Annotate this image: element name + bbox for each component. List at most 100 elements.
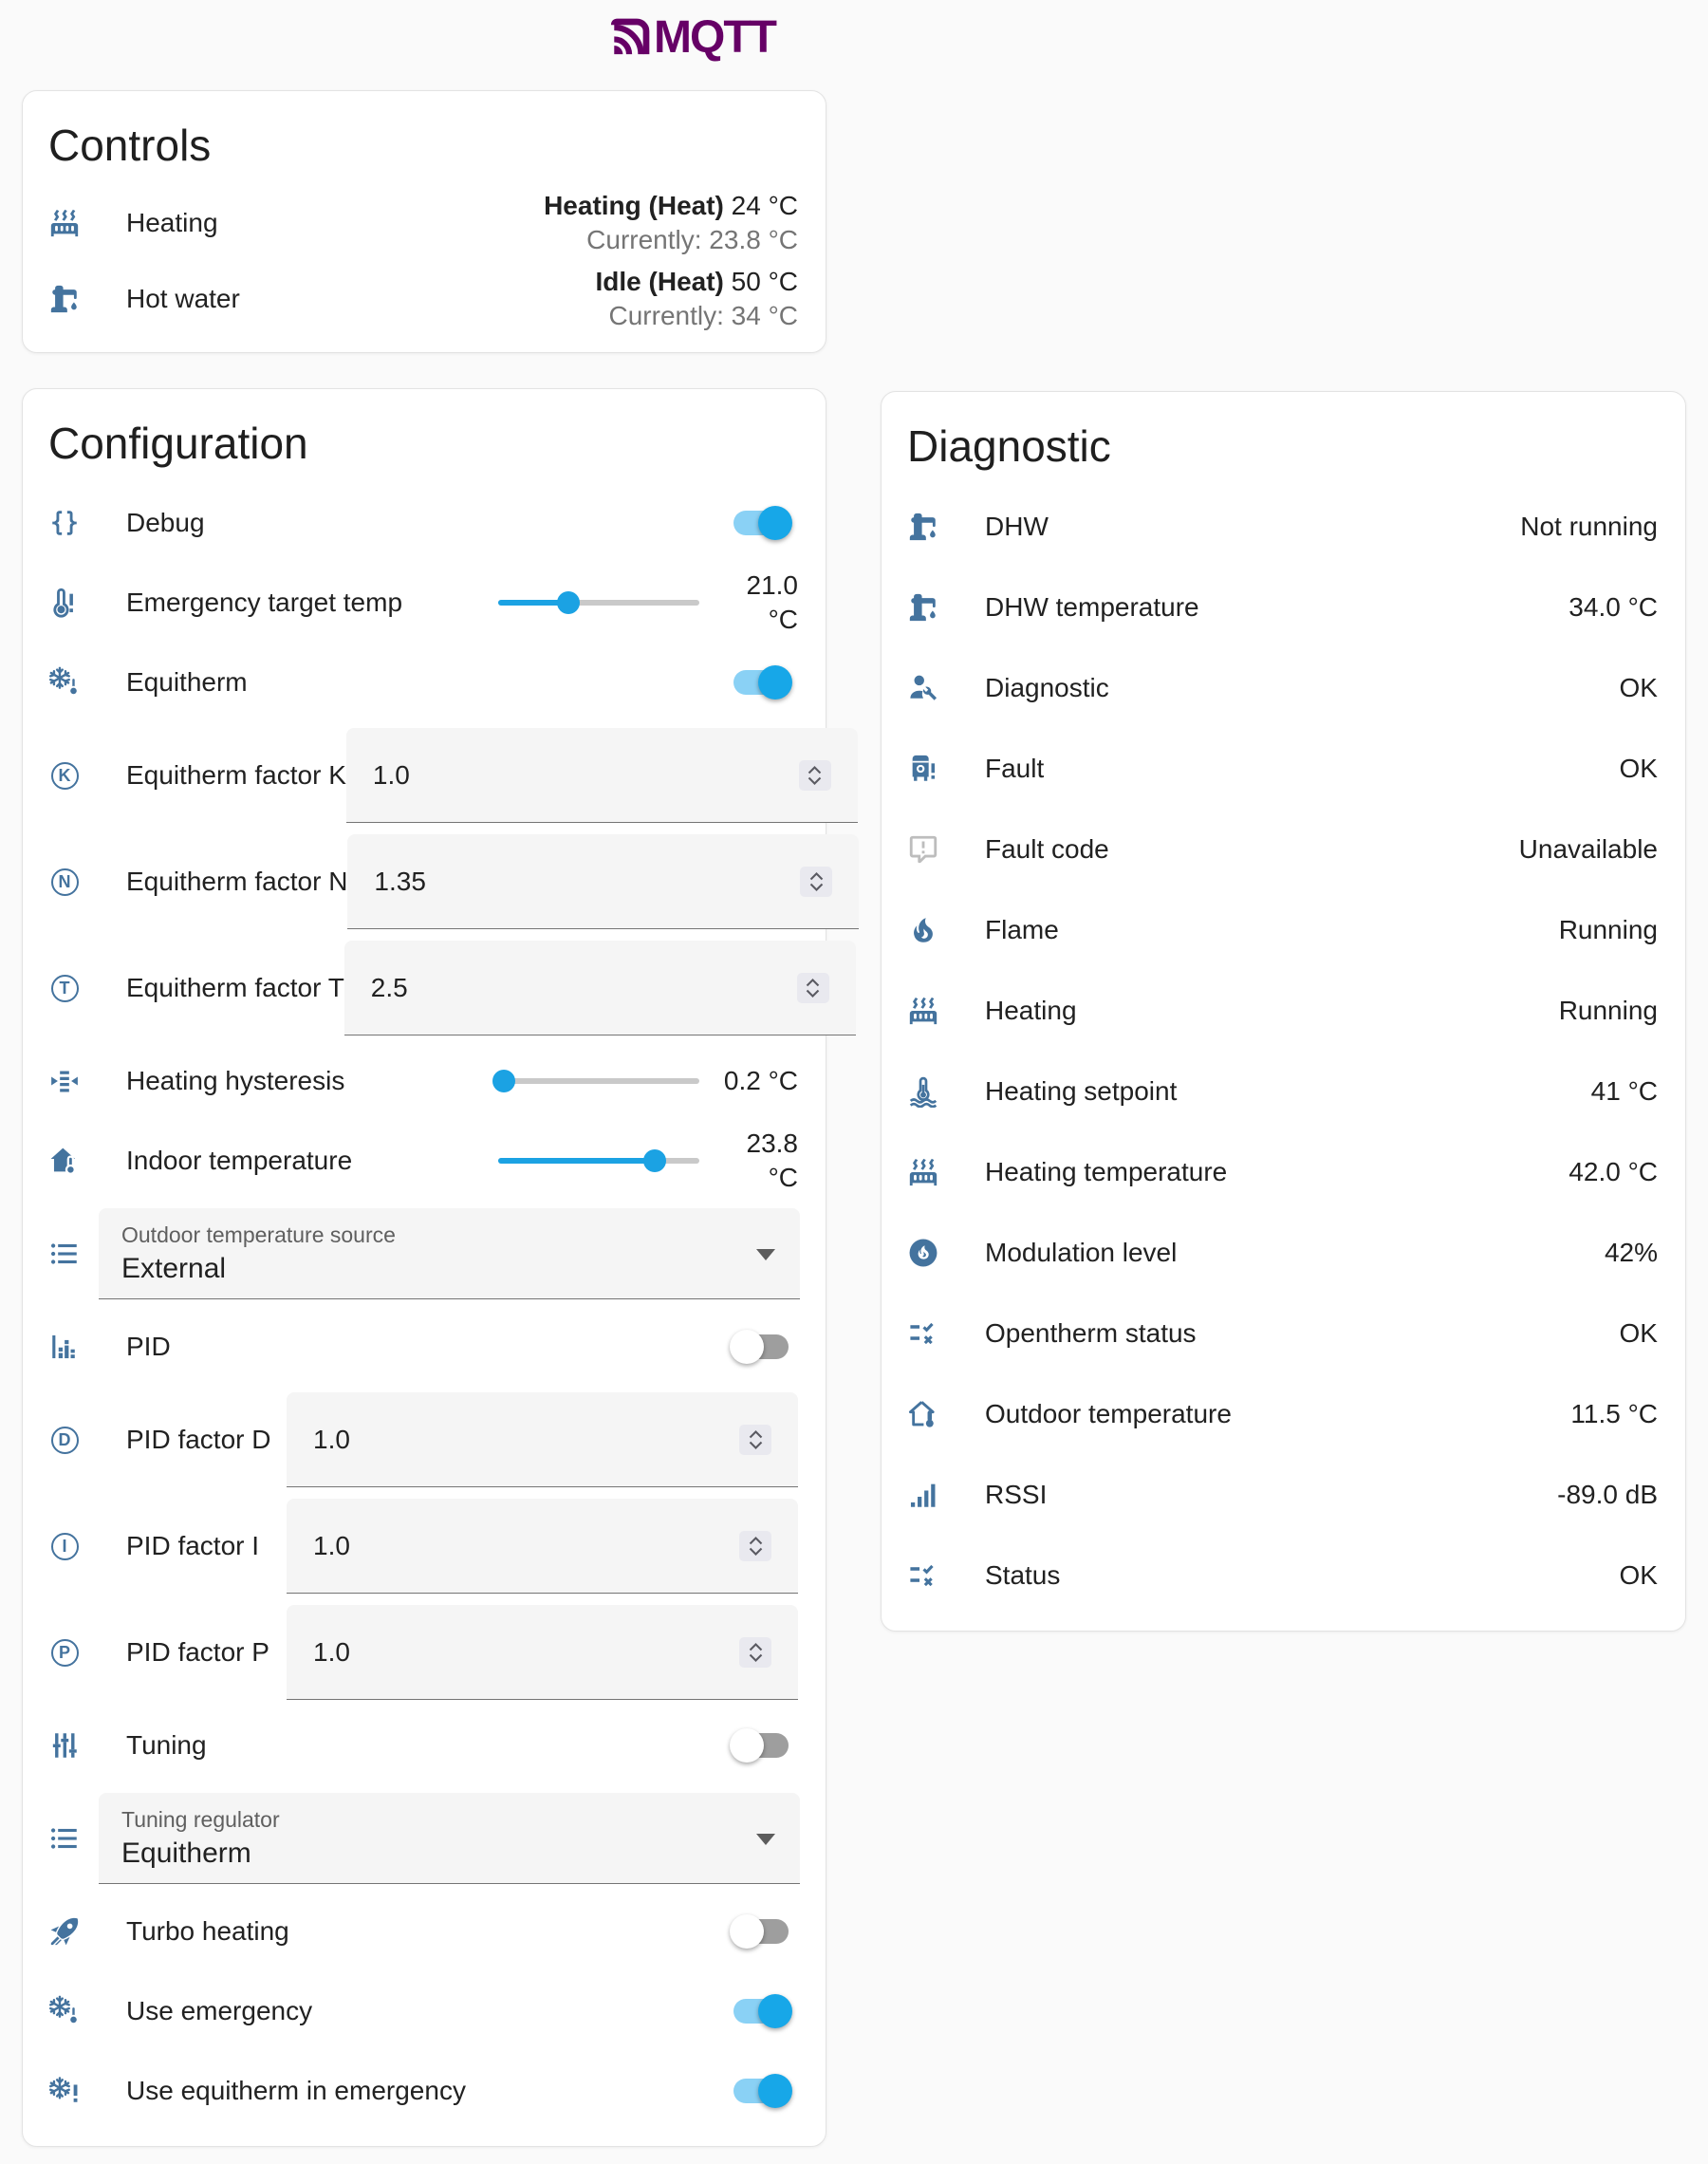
config-row-outdoor-temperature-source: Outdoor temperature sourceExternal	[23, 1201, 826, 1307]
number-input-pid-factor-d[interactable]: 1.0	[287, 1392, 798, 1487]
diagnostic-row-heating-setpoint[interactable]: Heating setpoint41 °C	[882, 1051, 1685, 1131]
diagnostic-row-label: Fault code	[985, 834, 1519, 865]
diagnostic-row-label: Diagnostic	[985, 673, 1620, 703]
toggle-use-emergency[interactable]	[733, 1999, 789, 2024]
diagnostic-row-fault-code[interactable]: Fault codeUnavailable	[882, 809, 1685, 889]
controls-row-label: Heating	[126, 208, 544, 238]
format-list-bulleted-icon	[48, 1822, 81, 1855]
toggle-pid[interactable]	[733, 1334, 789, 1359]
toggle-turbo-heating[interactable]	[733, 1919, 789, 1944]
page-header: MQTT	[0, 0, 1708, 90]
diagnostic-row-fault[interactable]: FaultOK	[882, 728, 1685, 809]
diagnostic-row-rssi[interactable]: RSSI-89.0 dB	[882, 1454, 1685, 1535]
select-tuning-regulator[interactable]: Tuning regulatorEquitherm	[99, 1793, 800, 1884]
fire-icon	[907, 914, 939, 946]
number-stepper[interactable]	[800, 867, 832, 897]
chevron-down-icon	[806, 989, 820, 998]
slider-thumb[interactable]	[643, 1149, 666, 1172]
diagnostic-row-heating[interactable]: HeatingRunning	[882, 970, 1685, 1051]
toggle-tuning[interactable]	[733, 1733, 789, 1758]
slider-heating-hysteresis[interactable]	[498, 1078, 699, 1084]
diagnostic-row-dhw-temperature[interactable]: DHW temperature34.0 °C	[882, 567, 1685, 647]
diagnostic-row-label: Flame	[985, 915, 1559, 945]
chevron-down-icon	[749, 1441, 763, 1449]
list-status-icon	[907, 1559, 939, 1592]
number-input-pid-factor-p[interactable]: 1.0	[287, 1605, 798, 1700]
config-row-label: Turbo heating	[126, 1916, 733, 1947]
state-mode: Idle (Heat)	[596, 267, 724, 296]
slider-thumb[interactable]	[492, 1070, 515, 1092]
diagnostic-row-flame[interactable]: FlameRunning	[882, 889, 1685, 970]
slider-value: 0.2 °C	[711, 1064, 798, 1098]
select-label: Outdoor temperature source	[121, 1222, 743, 1248]
number-input-pid-factor-i[interactable]: 1.0	[287, 1499, 798, 1594]
diagnostic-row-outdoor-temperature[interactable]: Outdoor temperature11.5 °C	[882, 1373, 1685, 1454]
tune-vertical-icon	[48, 1729, 81, 1762]
alpha-i-circle-icon: I	[48, 1533, 81, 1560]
diagnostic-row-value: 42%	[1605, 1238, 1658, 1268]
number-stepper[interactable]	[739, 1637, 771, 1668]
select-outdoor-temperature-source[interactable]: Outdoor temperature sourceExternal	[99, 1208, 800, 1299]
config-row-label: Equitherm	[126, 667, 733, 698]
number-value: 2.5	[371, 973, 797, 1003]
diagnostic-row-value: 41 °C	[1591, 1076, 1658, 1107]
number-input-equitherm-factor-n[interactable]: 1.35	[347, 834, 859, 929]
alpha-k-circle-icon: K	[48, 762, 81, 790]
state-current: Currently: 34 °C	[596, 301, 798, 331]
config-row-emergency-target-temp: Emergency target temp21.0 °C	[23, 563, 826, 643]
toggle-debug[interactable]	[733, 511, 789, 535]
toggle-thumb[interactable]	[758, 1994, 792, 2028]
water-pump-icon	[907, 511, 939, 543]
diagnostic-row-dhw[interactable]: DHWNot running	[882, 486, 1685, 567]
configuration-card-title: Configuration	[23, 389, 826, 470]
slider-indoor-temperature[interactable]	[498, 1158, 699, 1164]
number-stepper[interactable]	[739, 1425, 771, 1455]
config-row-pid: PID	[23, 1307, 826, 1387]
fire-circle-icon	[907, 1237, 939, 1269]
diagnostic-row-label: Status	[985, 1560, 1620, 1591]
config-row-label: Emergency target temp	[126, 588, 498, 618]
chevron-up-icon	[806, 979, 820, 987]
left-column: Controls HeatingHeating (Heat) 24 °CCurr…	[22, 90, 826, 2147]
number-stepper[interactable]	[799, 760, 831, 791]
config-row-label: Use equitherm in emergency	[126, 2076, 733, 2106]
diagnostic-row-value: OK	[1620, 754, 1658, 784]
diagnostic-row-value: OK	[1620, 1560, 1658, 1591]
config-row-tuning: Tuning	[23, 1706, 826, 1785]
state-target: 50 °C	[732, 267, 798, 296]
toggle-use-equitherm-in-emergency[interactable]	[733, 2079, 789, 2103]
toggle-thumb[interactable]	[758, 506, 792, 540]
config-row-label: PID	[126, 1332, 733, 1362]
diagnostic-row-diagnostic[interactable]: DiagnosticOK	[882, 647, 1685, 728]
diagnostic-row-heating-temperature[interactable]: Heating temperature42.0 °C	[882, 1131, 1685, 1212]
controls-row-hot-water[interactable]: Hot waterIdle (Heat) 50 °CCurrently: 34 …	[23, 261, 826, 337]
slider-thumb[interactable]	[557, 591, 580, 614]
toggle-thumb[interactable]	[758, 2074, 792, 2108]
mqtt-logo: MQTT	[610, 11, 775, 64]
toggle-thumb[interactable]	[730, 1728, 764, 1763]
toggle-thumb[interactable]	[758, 665, 792, 700]
number-stepper[interactable]	[739, 1531, 771, 1561]
slider-emergency-target-temp[interactable]	[498, 600, 699, 606]
controls-row-heating[interactable]: HeatingHeating (Heat) 24 °CCurrently: 23…	[23, 185, 826, 261]
chart-histogram-icon	[48, 1331, 81, 1363]
diagnostic-row-status[interactable]: StatusOK	[882, 1535, 1685, 1615]
number-input-equitherm-factor-k[interactable]: 1.0	[346, 728, 858, 823]
radiator-icon	[907, 995, 939, 1027]
account-wrench-icon	[907, 672, 939, 704]
toggle-thumb[interactable]	[730, 1330, 764, 1364]
list-status-icon	[907, 1317, 939, 1350]
config-row-equitherm-factor-t: TEquitherm factor T2.5	[23, 935, 826, 1041]
number-input-equitherm-factor-t[interactable]: 2.5	[344, 941, 856, 1035]
diagnostic-row-opentherm-status[interactable]: Opentherm statusOK	[882, 1293, 1685, 1373]
diagnostic-row-value: OK	[1620, 1318, 1658, 1349]
toggle-equitherm[interactable]	[733, 670, 789, 695]
toggle-thumb[interactable]	[730, 1914, 764, 1949]
number-value: 1.0	[313, 1637, 739, 1668]
diagnostic-row-modulation-level[interactable]: Modulation level42%	[882, 1212, 1685, 1293]
diagnostic-row-value: 42.0 °C	[1569, 1157, 1658, 1187]
number-stepper[interactable]	[797, 973, 829, 1003]
config-row-use-emergency: Use emergency	[23, 1971, 826, 2051]
config-row-equitherm-factor-k: KEquitherm factor K1.0	[23, 722, 826, 829]
diagnostic-row-label: Heating setpoint	[985, 1076, 1591, 1107]
